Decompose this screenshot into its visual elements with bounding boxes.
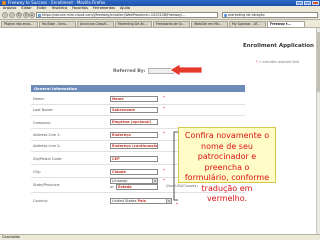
search-engine-icon bbox=[224, 13, 227, 17]
required-note-text: = Indicates required field bbox=[258, 60, 299, 64]
general-information-header: General Information bbox=[31, 85, 245, 92]
city-field[interactable]: Cidade bbox=[110, 169, 158, 175]
tab-bar: Página não enco... YouTube - Sero... Anú… bbox=[0, 20, 320, 28]
country-required-star: * bbox=[176, 202, 178, 207]
address-bar[interactable]: https://secure.mlm.cloud.com/j/freeway/e… bbox=[36, 12, 218, 18]
row-divider bbox=[31, 104, 245, 105]
search-bar[interactable]: marketing de atração bbox=[222, 12, 318, 18]
status-bar: Concluído bbox=[0, 234, 320, 240]
required-field-note: * = Indicates required field bbox=[256, 60, 299, 64]
name-label: Name: bbox=[33, 97, 45, 101]
company-field[interactable]: Empresa (opcional) bbox=[110, 119, 158, 125]
pointer-arrow-icon bbox=[169, 63, 203, 77]
referred-by-label: Referred By: bbox=[113, 69, 146, 74]
tab-freeway[interactable]: Freeway t... bbox=[267, 20, 305, 28]
tab-freeloards[interactable]: Freeloards de Gr... bbox=[153, 20, 190, 28]
address-line-1-label: Address Line 1: bbox=[33, 133, 61, 137]
last-name-field[interactable]: Sobrenome bbox=[110, 107, 158, 113]
tab-youtube[interactable]: YouTube - Sero... bbox=[39, 20, 76, 28]
address-line-2-field[interactable]: Endereço (continuação) bbox=[110, 143, 158, 149]
required-star: * bbox=[256, 60, 258, 64]
state-or-label: or bbox=[110, 185, 114, 189]
instruction-callout: Confira novamente o nome de seu patrocin… bbox=[178, 127, 276, 203]
country-label: Country: bbox=[33, 199, 49, 203]
address-line-1-field[interactable]: Endereço bbox=[110, 132, 158, 138]
last-name-required-star: * bbox=[163, 106, 165, 111]
tab-classifieds[interactable]: Anúncios Classif... bbox=[77, 20, 114, 28]
state-other-field[interactable]: Estado bbox=[116, 184, 158, 190]
state-required-star: * bbox=[163, 178, 165, 183]
name-field[interactable]: Nome bbox=[110, 96, 158, 102]
reload-button[interactable]: ↻ bbox=[16, 12, 22, 18]
address-required-star: * bbox=[163, 131, 165, 136]
chevron-down-icon: ▾ bbox=[166, 199, 171, 203]
zip-field[interactable]: CEP bbox=[110, 156, 158, 162]
state-label: State/Province: bbox=[33, 183, 61, 187]
country-select-value: United States bbox=[112, 199, 137, 203]
close-button[interactable] bbox=[312, 1, 319, 5]
navigation-toolbar: ‹ › ↻ × ⌂ https://secure.mlm.cloud.com/j… bbox=[0, 11, 320, 20]
site-icon bbox=[38, 13, 41, 17]
page-title: Enrollment Application bbox=[243, 43, 314, 49]
name-required-star: * bbox=[163, 95, 165, 100]
address-bar-url: https://secure.mlm.cloud.com/j/freeway/e… bbox=[42, 13, 186, 17]
tab-my-sponsor[interactable]: My Sponsor - AT... bbox=[229, 20, 266, 28]
home-button[interactable]: ⌂ bbox=[29, 12, 35, 18]
firefox-icon bbox=[2, 1, 6, 5]
company-label: Company: bbox=[33, 121, 52, 125]
minimize-button[interactable] bbox=[296, 1, 303, 5]
row-divider bbox=[31, 115, 245, 116]
zip-label: Zip/Postal Code: bbox=[33, 157, 63, 161]
back-button[interactable]: ‹ bbox=[2, 12, 8, 18]
country-select[interactable]: United States País ▾ bbox=[110, 198, 172, 204]
country-annotation: País bbox=[137, 199, 146, 203]
scrollbar-thumb[interactable] bbox=[316, 32, 320, 92]
maximize-button[interactable] bbox=[304, 1, 311, 5]
city-required-star: * bbox=[163, 168, 165, 173]
tab-website[interactable]: WebSite em Ma... bbox=[191, 20, 228, 28]
tab-marketing[interactable]: Marketing De At... bbox=[115, 20, 152, 28]
state-hint: (Non-USA/Canada) bbox=[166, 184, 198, 188]
chevron-down-icon: ▾ bbox=[152, 179, 157, 183]
search-bar-query: marketing de atração bbox=[228, 13, 265, 17]
address-line-2-label: Address Line 2: bbox=[33, 144, 61, 148]
state-select-value: (choose) bbox=[112, 179, 128, 183]
tab-page-not-found[interactable]: Página não enco... bbox=[1, 20, 38, 28]
city-label: City: bbox=[33, 170, 41, 174]
forward-button[interactable]: › bbox=[9, 12, 15, 18]
last-name-label: Last Name: bbox=[33, 108, 54, 112]
